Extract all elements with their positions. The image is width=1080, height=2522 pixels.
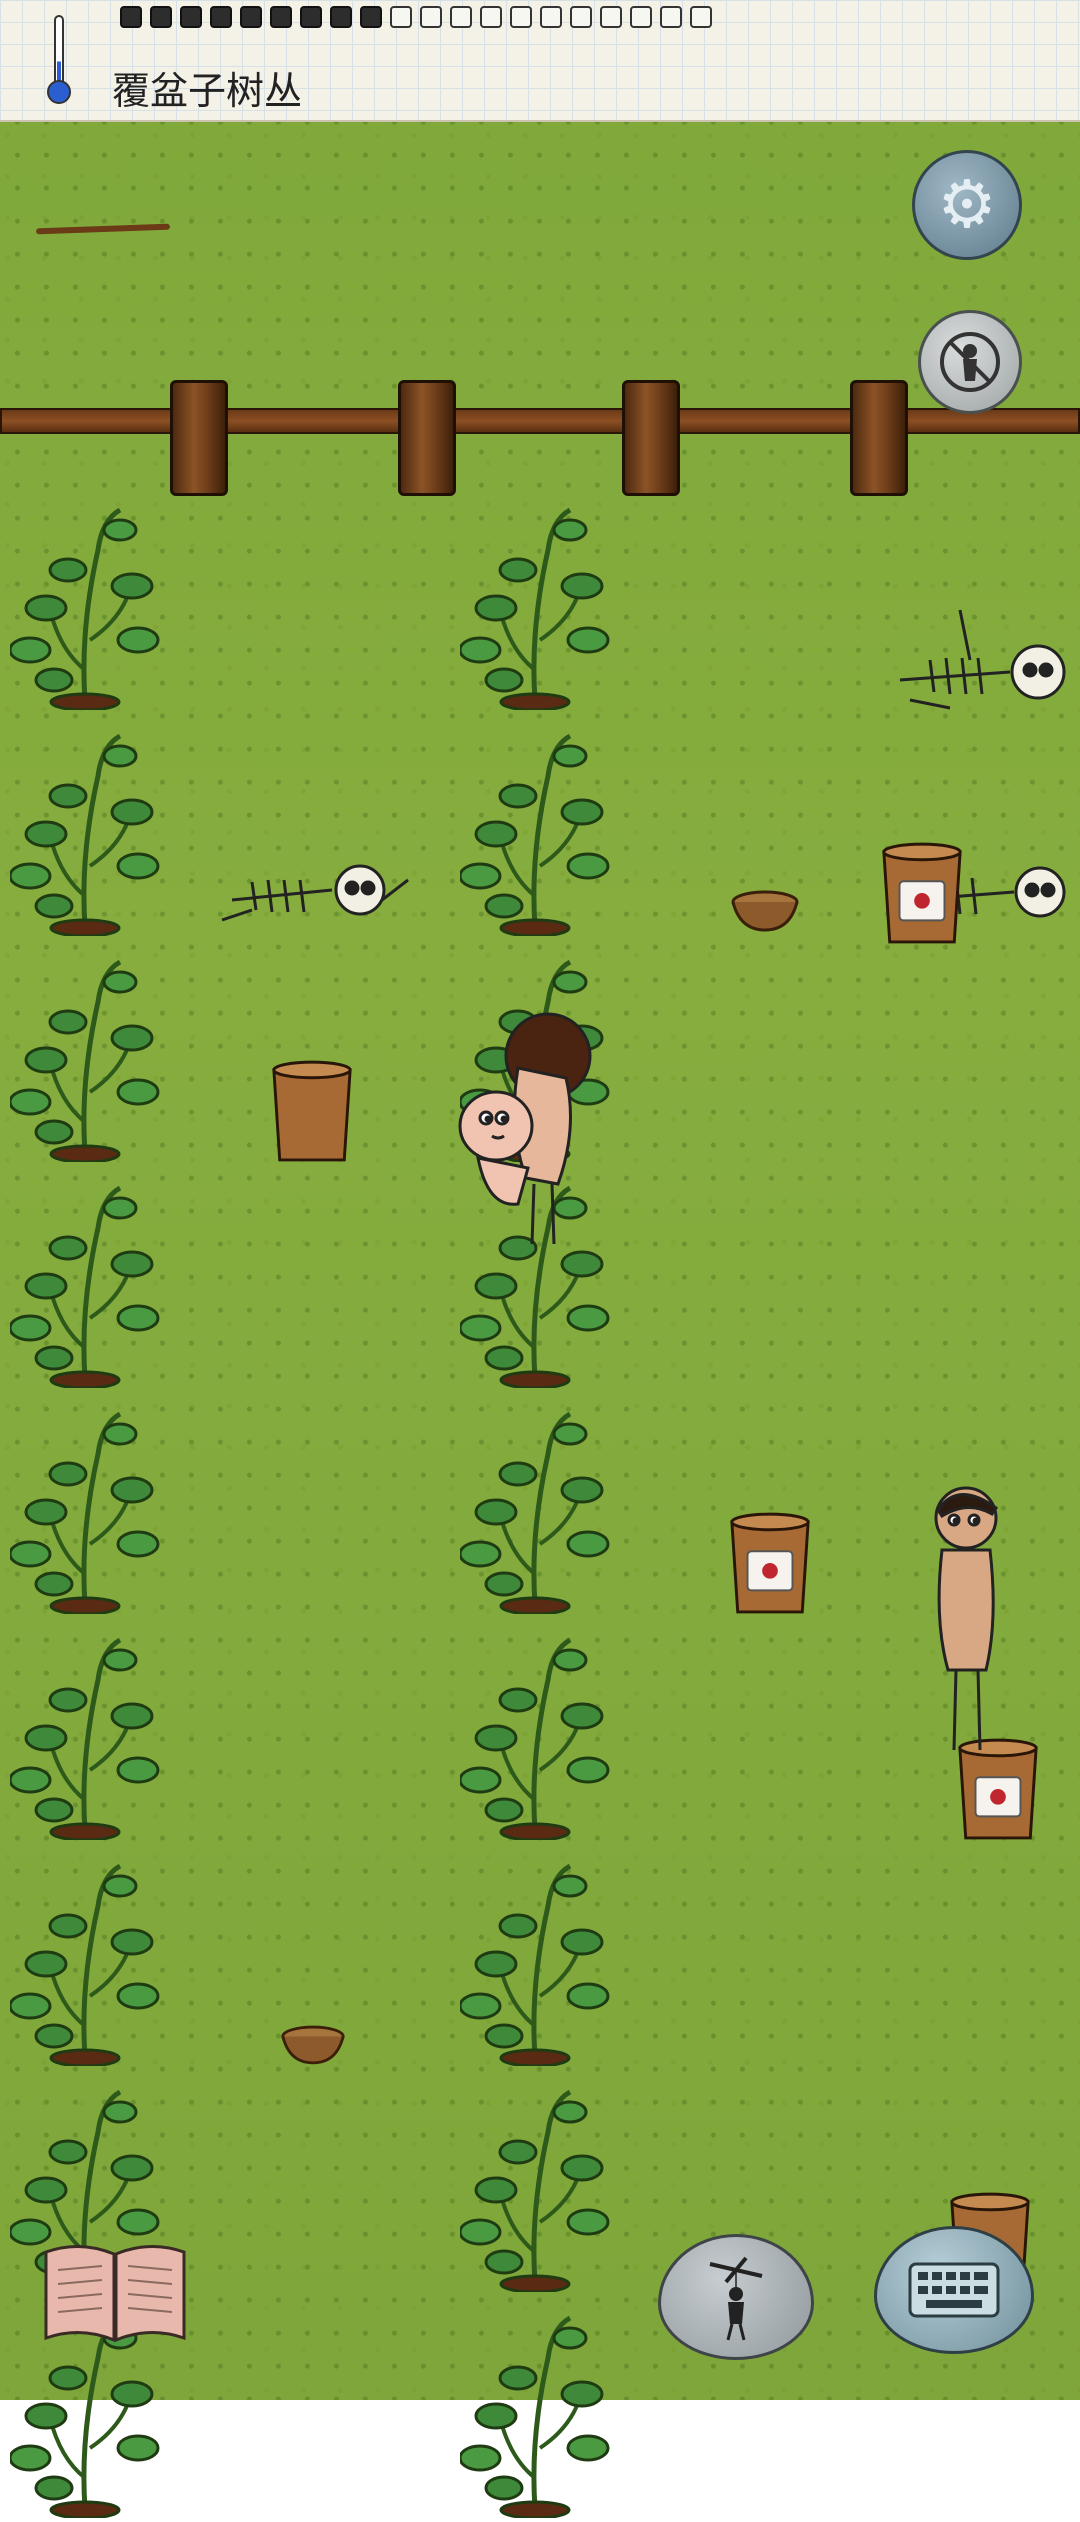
wooden-fence bbox=[0, 380, 1080, 500]
raspberry-bush[interactable] bbox=[458, 490, 610, 712]
thermometer-icon bbox=[47, 15, 71, 104]
food-pip bbox=[360, 6, 382, 28]
food-pip bbox=[240, 6, 262, 28]
food-pip bbox=[510, 6, 532, 28]
raspberry-bush[interactable] bbox=[8, 490, 160, 712]
food-pip bbox=[180, 6, 202, 28]
food-pip bbox=[600, 6, 622, 28]
skeleton-remains[interactable] bbox=[212, 830, 412, 940]
player-mother-with-baby[interactable] bbox=[448, 1008, 608, 1248]
food-pip bbox=[270, 6, 292, 28]
clay-bowl[interactable] bbox=[280, 2022, 346, 2066]
food-pip bbox=[450, 6, 472, 28]
raspberry-bush[interactable] bbox=[8, 942, 160, 1164]
raspberry-bush[interactable] bbox=[8, 716, 160, 938]
food-pip bbox=[120, 6, 142, 28]
raspberry-bush[interactable] bbox=[458, 1620, 610, 1842]
gear-icon: ⚙ bbox=[937, 166, 997, 243]
stick-item[interactable] bbox=[35, 223, 171, 235]
chat-keyboard-button[interactable] bbox=[874, 2226, 1034, 2354]
empty-crock[interactable] bbox=[268, 1058, 356, 1166]
puppet-icon bbox=[709, 2256, 763, 2341]
raspberry-bush[interactable] bbox=[8, 1620, 160, 1842]
hide-ui-button[interactable] bbox=[918, 310, 1022, 414]
food-pip bbox=[390, 6, 412, 28]
food-pip bbox=[660, 6, 682, 28]
food-pip bbox=[210, 6, 232, 28]
raspberry-bush[interactable] bbox=[458, 716, 610, 938]
skeleton-remains[interactable] bbox=[890, 600, 1080, 720]
raspberry-bush[interactable] bbox=[458, 2298, 610, 2520]
food-pip bbox=[330, 6, 352, 28]
villager-npc[interactable] bbox=[918, 1480, 1018, 1760]
open-book-icon bbox=[44, 2244, 186, 2343]
food-pip bbox=[540, 6, 562, 28]
berry-crock[interactable] bbox=[878, 840, 966, 948]
berry-crock[interactable] bbox=[726, 1510, 814, 1618]
eye-off-person-icon bbox=[940, 332, 1000, 392]
food-pip bbox=[150, 6, 172, 28]
settings-button[interactable]: ⚙ bbox=[912, 150, 1022, 260]
clay-bowl[interactable] bbox=[730, 888, 800, 932]
tech-tree-book-button[interactable] bbox=[40, 2240, 190, 2346]
raspberry-bush[interactable] bbox=[8, 1168, 160, 1390]
food-pip bbox=[630, 6, 652, 28]
raspberry-bush[interactable] bbox=[8, 1846, 160, 2068]
raspberry-bush[interactable] bbox=[458, 2072, 610, 2294]
food-pip bbox=[690, 6, 712, 28]
status-bar: 覆盆子树丛 bbox=[0, 0, 1080, 122]
raspberry-bush[interactable] bbox=[8, 1394, 160, 1616]
food-pip bbox=[300, 6, 322, 28]
hovered-object-label: 覆盆子树丛 bbox=[112, 69, 303, 113]
keyboard-icon bbox=[908, 2262, 1000, 2318]
game-world[interactable]: 覆盆子树丛 ⚙ bbox=[0, 0, 1080, 2520]
food-meter bbox=[120, 6, 712, 28]
food-pip bbox=[480, 6, 502, 28]
raspberry-bush[interactable] bbox=[458, 1394, 610, 1616]
food-pip bbox=[570, 6, 592, 28]
emote-button[interactable] bbox=[658, 2234, 814, 2360]
raspberry-bush[interactable] bbox=[458, 1846, 610, 2068]
food-pip bbox=[420, 6, 442, 28]
